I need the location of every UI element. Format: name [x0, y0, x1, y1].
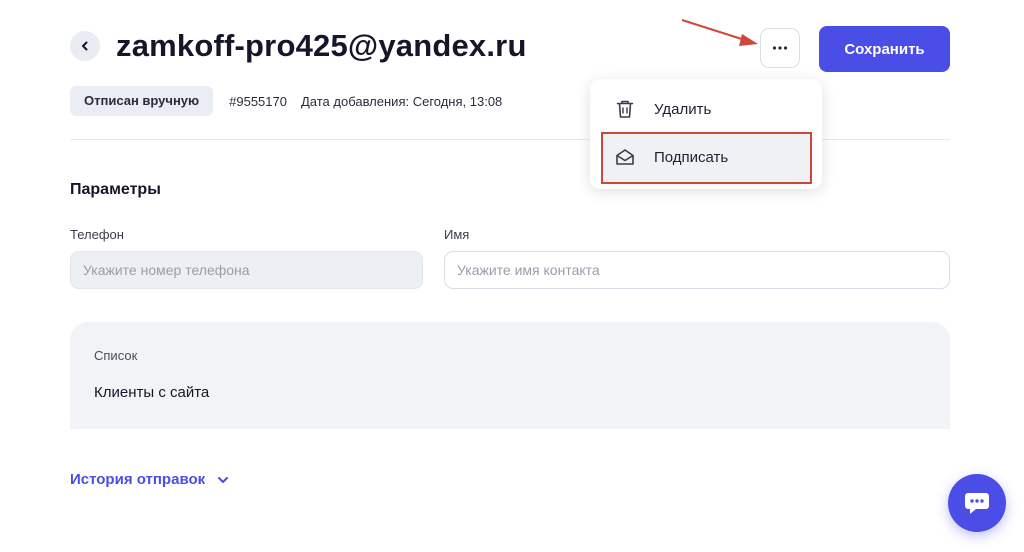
history-label: История отправок: [70, 471, 206, 488]
meta-row: Отписан вручную #9555170 Дата добавления…: [70, 86, 502, 116]
trash-icon: [614, 98, 636, 120]
list-value: Клиенты с сайта: [94, 384, 210, 401]
section-title-params: Параметры: [70, 181, 161, 198]
menu-item-subscribe[interactable]: Подписать: [614, 146, 728, 168]
name-label: Имя: [444, 227, 470, 242]
history-toggle[interactable]: История отправок: [70, 471, 229, 488]
envelope-open-icon: [614, 146, 636, 168]
added-date: Дата добавления: Сегодня, 13:08: [300, 93, 503, 109]
back-chevron-icon: [82, 41, 88, 51]
name-input[interactable]: Укажите имя контакта: [444, 251, 950, 289]
chat-icon: [965, 493, 989, 514]
chevron-down-icon: [217, 476, 229, 484]
more-actions-button[interactable]: [760, 28, 800, 68]
back-button[interactable]: [70, 31, 100, 61]
chat-widget-button[interactable]: [948, 474, 1006, 532]
phone-placeholder: Укажите номер телефона: [83, 262, 250, 278]
phone-label: Телефон: [70, 227, 124, 242]
phone-input[interactable]: Укажите номер телефона: [70, 251, 423, 289]
save-button[interactable]: Сохранить: [819, 26, 950, 72]
menu-item-delete[interactable]: Удалить: [614, 98, 711, 120]
menu-item-label: Удалить: [654, 100, 712, 118]
list-card: Список Клиенты с сайта: [70, 322, 950, 429]
name-placeholder: Укажите имя контакта: [457, 262, 600, 278]
menu-item-label: Подписать: [654, 148, 729, 166]
status-badge: Отписан вручную: [70, 86, 214, 116]
contact-id: #9555170: [229, 93, 287, 109]
more-dots-icon: [772, 46, 788, 50]
list-label: Список: [94, 348, 138, 363]
page-title: zamkoff-pro425@yandex.ru: [116, 28, 527, 63]
